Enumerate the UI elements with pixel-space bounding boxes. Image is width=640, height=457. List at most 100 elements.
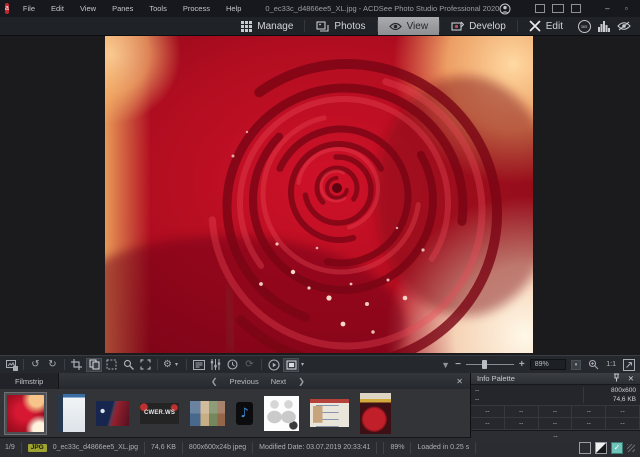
fullscreen-icon[interactable] <box>138 358 153 372</box>
exif-cell: -- <box>606 406 640 418</box>
previous-button[interactable]: Previous <box>230 377 259 386</box>
info-summary: -- -- 800x600 74,6 KB <box>471 385 640 406</box>
develop-settings-icon[interactable] <box>208 358 223 372</box>
menu-view[interactable]: View <box>72 4 104 13</box>
tab-view[interactable]: View <box>378 17 440 35</box>
auto-hide-toolbar-icon[interactable]: ▼ <box>441 360 450 370</box>
zoom-in-button[interactable]: + <box>519 359 525 370</box>
menu-edit[interactable]: Edit <box>43 4 72 13</box>
view-mode-icon[interactable] <box>579 442 591 454</box>
zoom-out-button[interactable]: − <box>455 359 461 370</box>
pane-layout-2-icon[interactable] <box>552 4 564 13</box>
exif-cell: -- <box>539 418 573 430</box>
thumbnail-screenshot[interactable] <box>58 394 85 432</box>
tab-develop[interactable]: Develop <box>440 17 517 35</box>
menu-help[interactable]: Help <box>218 4 249 13</box>
next-chevron-icon[interactable]: ❯ <box>298 377 305 386</box>
zoom-lock-icon[interactable] <box>586 358 601 372</box>
gear-icon[interactable]: ⚙ <box>162 358 173 372</box>
rose-photo[interactable] <box>105 36 533 353</box>
auto-advance-button[interactable] <box>614 17 634 35</box>
rotate-left-icon[interactable]: ↺ <box>28 358 43 372</box>
filmstrip-view-icon[interactable] <box>283 358 299 372</box>
info-palette-panel: Info Palette ✕ -- -- 800x600 74,6 KB -- … <box>471 373 640 437</box>
acdsee-365-button[interactable]: 365 <box>574 17 594 35</box>
eye-slash-icon <box>617 21 631 31</box>
format-badge: JPG <box>28 444 47 452</box>
rose-thumb-image <box>7 395 44 432</box>
resize-grip[interactable] <box>627 444 635 452</box>
exif-cell: -- <box>471 406 505 418</box>
status-image-info: 800x600x24b jpeg <box>189 444 246 451</box>
actual-size-button[interactable]: 1:1 <box>606 361 616 368</box>
info-exif-grid: -- -- -- -- -- -- -- -- -- -- <box>471 406 640 430</box>
status-zoom: 89% <box>390 444 404 451</box>
zoom-percent-field[interactable]: 89% <box>530 359 566 370</box>
window-title: 0_ec33c_d4866ee5_XL.jpg - ACDSee Photo S… <box>265 4 499 13</box>
contrast-icon[interactable] <box>595 442 607 454</box>
crop-icon[interactable] <box>69 358 84 372</box>
zoom-tool-icon[interactable] <box>121 358 136 372</box>
thumbnail-magazine-cover[interactable] <box>360 393 391 434</box>
menu-process[interactable]: Process <box>175 4 218 13</box>
thumbnail-rose-selected[interactable] <box>4 392 47 435</box>
info-footer-value: -- <box>471 430 640 442</box>
pane-layout-1-icon[interactable] <box>535 4 545 13</box>
thumbnail-music-note[interactable]: ♪ <box>236 402 253 425</box>
sync-icon[interactable]: ⟳ <box>242 358 257 372</box>
select-tool-icon[interactable] <box>104 358 119 372</box>
minimize-button[interactable]: – <box>601 4 613 13</box>
fit-image-icon[interactable] <box>621 358 636 372</box>
menu-bar: File Edit View Panes Tools Process Help <box>15 4 249 13</box>
tab-photos[interactable]: Photos <box>305 17 376 35</box>
acdsee-365-icon: 365 <box>578 20 591 33</box>
zoom-slider-thumb[interactable] <box>482 360 487 369</box>
gear-dropdown-caret[interactable]: ▾ <box>175 361 182 368</box>
previous-chevron-icon[interactable]: ❮ <box>211 377 218 386</box>
exif-cell: -- <box>572 418 606 430</box>
history-icon[interactable] <box>225 358 240 372</box>
maximize-button[interactable]: ▫ <box>620 4 632 13</box>
info-name-value: -- <box>475 387 583 394</box>
viewer-toolbar: ↺ ↻ ⚙ ▾ ⟳ <box>0 355 640 373</box>
thumbnail-cwer-banner[interactable]: CWER.WS <box>140 403 179 424</box>
tab-view-label: View <box>407 21 429 32</box>
next-button[interactable]: Next <box>271 377 286 386</box>
pane-layout-3-icon[interactable] <box>571 4 581 13</box>
save-image-icon[interactable] <box>4 358 19 372</box>
grid-icon <box>241 21 252 32</box>
mode-bar: Manage Photos View Deve <box>0 17 640 36</box>
menu-file[interactable]: File <box>15 4 43 13</box>
filmstrip-tab[interactable]: Filmstrip <box>0 373 59 389</box>
zoom-dropdown-button[interactable]: ▾ <box>571 360 582 370</box>
slideshow-icon[interactable] <box>266 358 281 372</box>
zoom-slider[interactable] <box>466 364 514 365</box>
thumbnail-handshake-clipart[interactable] <box>264 396 299 431</box>
rotate-right-icon[interactable]: ↻ <box>45 358 60 372</box>
tab-manage[interactable]: Manage <box>230 17 304 35</box>
thumbnail-photo-collage[interactable] <box>190 401 225 426</box>
exif-cell: -- <box>606 418 640 430</box>
status-filesize: 74,6 KB <box>151 444 176 451</box>
dashboard-button[interactable] <box>594 17 614 35</box>
info-palette-toggle-icon[interactable] <box>191 358 206 372</box>
title-bar: a File Edit View Panes Tools Process Hel… <box>0 0 640 17</box>
tagged-checkbox[interactable]: ✓ <box>611 442 623 454</box>
info-palette-close-icon[interactable]: ✕ <box>628 374 634 383</box>
tab-manage-label: Manage <box>257 21 293 32</box>
tab-edit[interactable]: Edit <box>518 17 574 35</box>
menu-panes[interactable]: Panes <box>104 4 141 13</box>
menu-tools[interactable]: Tools <box>141 4 175 13</box>
view-dropdown-caret[interactable]: ▾ <box>301 361 308 368</box>
pin-icon[interactable] <box>613 373 620 384</box>
account-icon[interactable] <box>499 3 511 15</box>
exif-cell: -- <box>572 406 606 418</box>
copy-image-icon[interactable] <box>86 358 102 372</box>
filmstrip-panel: Filmstrip ❮ Previous Next ❯ ✕ CWER.WS ♪ <box>0 373 471 437</box>
filmstrip-close-icon[interactable]: ✕ <box>456 377 463 386</box>
image-viewer <box>0 36 640 355</box>
acdsee-window: a File Edit View Panes Tools Process Hel… <box>0 0 640 456</box>
thumbnail-movie-poster[interactable] <box>96 401 129 426</box>
thumbnail-id-card[interactable] <box>310 399 349 427</box>
status-load-time: Loaded in 0.25 s <box>417 444 469 451</box>
